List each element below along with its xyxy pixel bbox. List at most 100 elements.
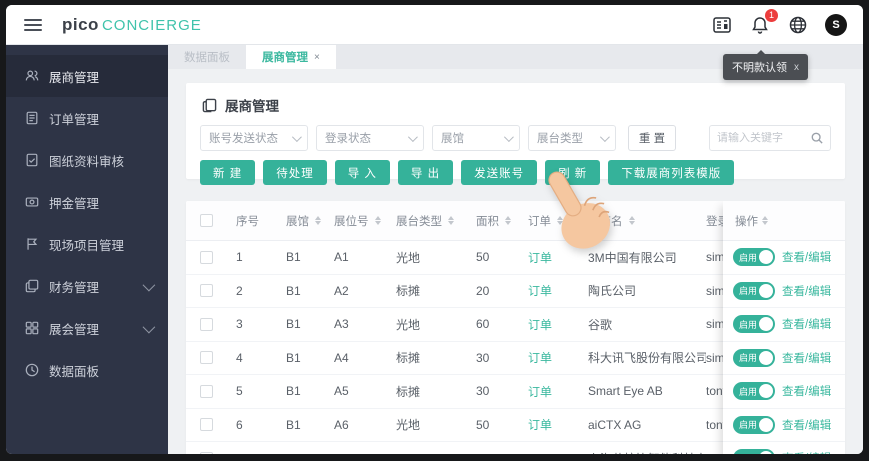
row-checkbox[interactable] <box>200 250 213 264</box>
cell-area: 50 <box>476 250 490 265</box>
row-checkbox[interactable] <box>200 351 213 365</box>
cell-booth: A1 <box>334 250 349 265</box>
enable-toggle[interactable]: 启用 <box>733 248 775 267</box>
sidebar-item[interactable]: 订单管理 <box>6 97 168 139</box>
sidebar-item[interactable]: 展会管理 <box>6 307 168 349</box>
cell-type: 光地 <box>396 317 421 332</box>
action-button[interactable]: 导 出 <box>397 160 454 185</box>
action-row: 启用查看/编辑 <box>723 275 845 308</box>
top-header: pico CONCIERGE 1 S <box>6 5 863 45</box>
search-input[interactable] <box>717 132 811 144</box>
view-edit-link[interactable]: 查看/编辑 <box>782 417 831 433</box>
order-link[interactable]: 订单 <box>528 316 552 333</box>
sidebar-item[interactable]: 财务管理 <box>6 265 168 307</box>
sidebar-item[interactable]: 数据面板 <box>6 349 168 391</box>
action-button[interactable]: 待处理 <box>263 160 327 185</box>
view-edit-link[interactable]: 查看/编辑 <box>782 316 831 332</box>
reset-button[interactable]: 重 置 <box>628 125 676 151</box>
view-edit-link[interactable]: 查看/编辑 <box>782 283 831 299</box>
cell-type: 标摊 <box>396 384 421 399</box>
order-link[interactable]: 订单 <box>528 282 552 299</box>
row-checkbox[interactable] <box>200 317 213 331</box>
globe-icon[interactable] <box>787 14 809 36</box>
order-link[interactable]: 订单 <box>528 249 552 266</box>
cell-num: 1 <box>236 250 243 265</box>
cell-area: 30 <box>476 384 490 399</box>
user-avatar[interactable]: S <box>825 13 847 36</box>
sidebar-item[interactable]: 押金管理 <box>6 181 168 223</box>
row-checkbox[interactable] <box>200 451 213 454</box>
cell-exhibitor-name: 上海艾拉比智能科技有 <box>588 450 706 454</box>
claim-panel-icon[interactable] <box>711 14 733 36</box>
filter-select[interactable]: 登录状态 <box>316 125 424 151</box>
cell-booth: A5 <box>334 384 349 399</box>
order-link[interactable]: 订单 <box>528 416 552 433</box>
filter-select[interactable]: 展馆 <box>432 125 520 151</box>
order-link[interactable]: 订单 <box>528 349 552 366</box>
view-edit-link[interactable]: 查看/编辑 <box>782 350 831 366</box>
sort-icon[interactable] <box>315 216 321 225</box>
column-header-type[interactable]: 展台类型 <box>396 213 476 229</box>
cell-booth: A4 <box>334 350 349 365</box>
tab-dashboard[interactable]: 数据面板 <box>168 45 246 69</box>
hamburger-menu-icon[interactable] <box>24 18 42 31</box>
row-checkbox[interactable] <box>200 384 213 398</box>
row-checkbox[interactable] <box>200 284 213 298</box>
cell-area: 60 <box>476 317 490 332</box>
cell-area: 30 <box>476 350 490 365</box>
logo-concierge: CONCIERGE <box>101 16 202 34</box>
cell-hall: B1 <box>286 250 301 265</box>
enable-toggle[interactable]: 启用 <box>733 348 775 367</box>
tab-exhibitor-management[interactable]: 展商管理 × <box>246 45 336 69</box>
view-edit-link[interactable]: 查看/编辑 <box>782 249 831 265</box>
column-header-hall[interactable]: 展馆 <box>286 213 334 229</box>
action-button[interactable]: 刷 新 <box>545 160 601 185</box>
action-button[interactable]: 下载展商列表模版 <box>608 160 735 185</box>
expo-icon <box>24 321 39 336</box>
sort-icon[interactable] <box>374 216 381 225</box>
column-header-order[interactable]: 订单 <box>528 213 588 229</box>
enable-toggle[interactable]: 启用 <box>733 449 775 454</box>
filter-select[interactable]: 展台类型 <box>528 125 616 151</box>
main-content: 展商管理 账号发送状态登录状态展馆展台类型重 置 新 建待处理导 入导 出发送账… <box>168 69 863 454</box>
cell-exhibitor-name: Smart Eye AB <box>588 384 663 399</box>
enable-toggle[interactable]: 启用 <box>733 315 775 334</box>
filter-select[interactable]: 账号发送状态 <box>200 125 308 151</box>
action-button[interactable]: 新 建 <box>200 160 256 185</box>
row-checkbox[interactable] <box>200 418 213 432</box>
enable-toggle[interactable]: 启用 <box>733 281 775 300</box>
sidebar-item[interactable]: 图纸资料审核 <box>6 139 168 181</box>
chevron-down-icon <box>291 131 302 142</box>
sort-icon[interactable] <box>505 216 511 225</box>
tooltip-close-icon[interactable]: x <box>794 62 799 73</box>
view-edit-link[interactable]: 查看/编辑 <box>782 383 831 399</box>
sort-icon[interactable] <box>628 216 635 225</box>
sort-icon[interactable] <box>448 216 454 225</box>
bell-icon[interactable]: 1 <box>749 8 778 36</box>
enable-toggle[interactable]: 启用 <box>733 415 775 434</box>
column-header-booth[interactable]: 展位号 <box>334 213 396 229</box>
chevron-down-icon <box>142 278 156 291</box>
sidebar-item[interactable]: 现场项目管理 <box>6 223 168 265</box>
sort-icon[interactable] <box>557 216 563 225</box>
order-icon <box>24 111 39 126</box>
view-edit-link[interactable]: 查看/编辑 <box>782 450 831 454</box>
toggle-knob <box>759 451 773 454</box>
cell-exhibitor-name: 科大讯飞股份有限公司 <box>588 351 706 366</box>
cell-hall: B1 <box>286 350 301 365</box>
column-header-num: 序号 <box>236 215 259 228</box>
sort-icon[interactable] <box>762 216 768 225</box>
action-buttons-row: 新 建待处理导 入导 出发送账号刷 新下载展商列表模版 <box>200 160 831 185</box>
tab-close-icon[interactable]: × <box>314 52 320 63</box>
order-link[interactable]: 订单 <box>528 383 552 400</box>
column-header-name[interactable]: 展商名 <box>588 213 706 229</box>
enable-toggle[interactable]: 启用 <box>733 382 775 401</box>
action-button[interactable]: 导 入 <box>334 160 390 185</box>
column-header-area[interactable]: 面积 <box>476 213 528 229</box>
cell-type: 光地 <box>396 418 421 433</box>
toggle-knob <box>759 384 773 399</box>
table-card: 序号展馆展位号展台类型面积订单展商名登录名1B1A1光地50订单3M中国有限公司… <box>186 201 845 454</box>
action-button[interactable]: 发送账号 <box>461 160 538 185</box>
select-all-checkbox[interactable] <box>200 214 213 227</box>
sidebar-item[interactable]: 展商管理 <box>6 55 168 97</box>
